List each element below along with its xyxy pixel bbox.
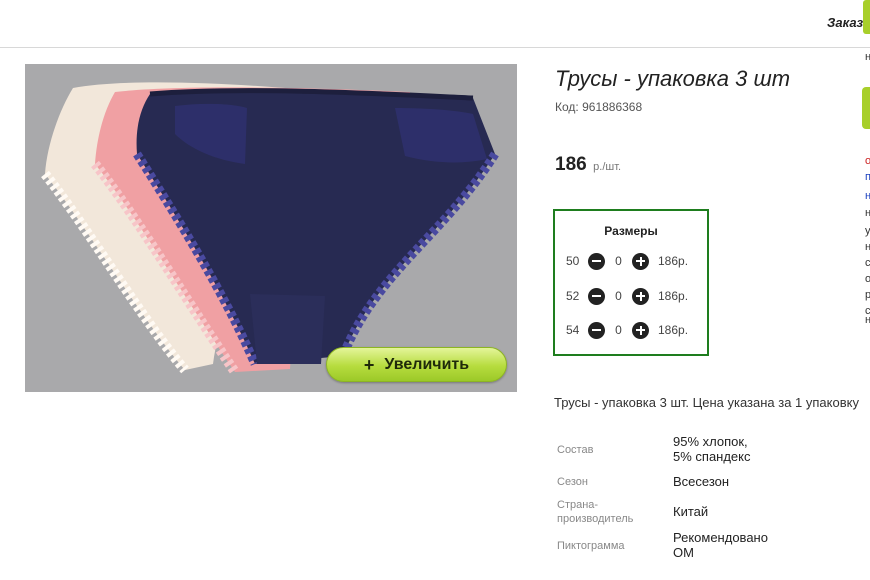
increase-quantity-button[interactable] [632, 287, 649, 305]
size-price: 186р. [658, 323, 689, 337]
plus-icon: + [363, 354, 375, 375]
size-label: 52 [566, 289, 580, 303]
attribute-label: Пиктограмма [557, 540, 625, 552]
attribute-value-line: 5% спандекс [673, 449, 751, 464]
sidebar-green-button[interactable] [862, 87, 870, 129]
cart-tab[interactable] [863, 0, 870, 34]
sizes-panel: Размеры 50 0 186р. 52 0 186р. 54 0 186р. [553, 209, 709, 356]
size-row: 52 0 186р. [566, 286, 688, 306]
edge-text: р [865, 289, 870, 301]
edge-text: о [865, 273, 870, 285]
edge-text: с [865, 257, 870, 269]
product-code: Код: 961886368 [555, 100, 642, 114]
product-code-value: 961886368 [582, 100, 643, 114]
price-value: 186 [555, 154, 587, 175]
size-price: 186р. [658, 254, 689, 268]
price-unit: р./шт. [593, 161, 622, 173]
size-label: 54 [566, 323, 580, 337]
edge-text: н [865, 207, 870, 219]
edge-text: н [865, 314, 870, 326]
size-row: 54 0 186р. [566, 320, 688, 340]
attribute-label: Страна- производитель [557, 498, 633, 526]
top-bar: Заказ [0, 0, 870, 48]
size-label: 50 [566, 254, 580, 268]
edge-link[interactable]: п [865, 171, 870, 184]
edge-link[interactable]: н [865, 190, 870, 203]
edge-text: о [865, 155, 870, 167]
increase-quantity-button[interactable] [632, 252, 649, 270]
edge-text: н [865, 241, 870, 253]
attribute-label-line: Страна- [557, 499, 599, 511]
increase-quantity-button[interactable] [632, 321, 649, 339]
attribute-value-line: Китай [673, 504, 709, 519]
quantity-value: 0 [615, 323, 622, 337]
decrease-quantity-button[interactable] [588, 321, 605, 339]
product-photo-illustration [41, 82, 499, 375]
product-image[interactable]: + Увеличить [25, 64, 517, 392]
attribute-value-line: ОМ [673, 545, 694, 560]
edge-text: н [865, 51, 870, 63]
attribute-value: 95% хлопок, 5% спандекс [673, 434, 751, 464]
decrease-quantity-button[interactable] [588, 252, 605, 270]
attribute-value: Всесезон [673, 474, 729, 489]
zoom-button-label: Увеличить [384, 355, 470, 373]
edge-text: у [865, 225, 870, 237]
attribute-label: Состав [557, 444, 594, 456]
attribute-label-line: производитель [557, 513, 634, 525]
quantity-value: 0 [615, 289, 622, 303]
size-row: 50 0 186р. [566, 251, 688, 271]
product-price: 186 р./шт. [555, 154, 621, 176]
attribute-value: Рекомендовано ОМ [673, 530, 768, 560]
zoom-button[interactable]: + Увеличить [326, 347, 507, 382]
attribute-value-line: Рекомендовано [673, 530, 768, 545]
sizes-title: Размеры [604, 224, 658, 238]
attribute-value-line: Всесезон [673, 474, 730, 489]
attribute-value-line: 95% хлопок, [673, 434, 748, 449]
product-description: Трусы - упаковка 3 шт. Цена указана за 1… [554, 395, 859, 410]
attribute-label: Сезон [557, 476, 588, 488]
size-price: 186р. [658, 289, 689, 303]
quantity-value: 0 [615, 254, 622, 268]
product-title: Трусы - упаковка 3 шт [555, 66, 791, 91]
decrease-quantity-button[interactable] [588, 287, 605, 305]
orders-link[interactable]: Заказ [827, 15, 863, 30]
product-code-label: Код: [555, 100, 579, 114]
attribute-value: Китай [673, 504, 708, 519]
